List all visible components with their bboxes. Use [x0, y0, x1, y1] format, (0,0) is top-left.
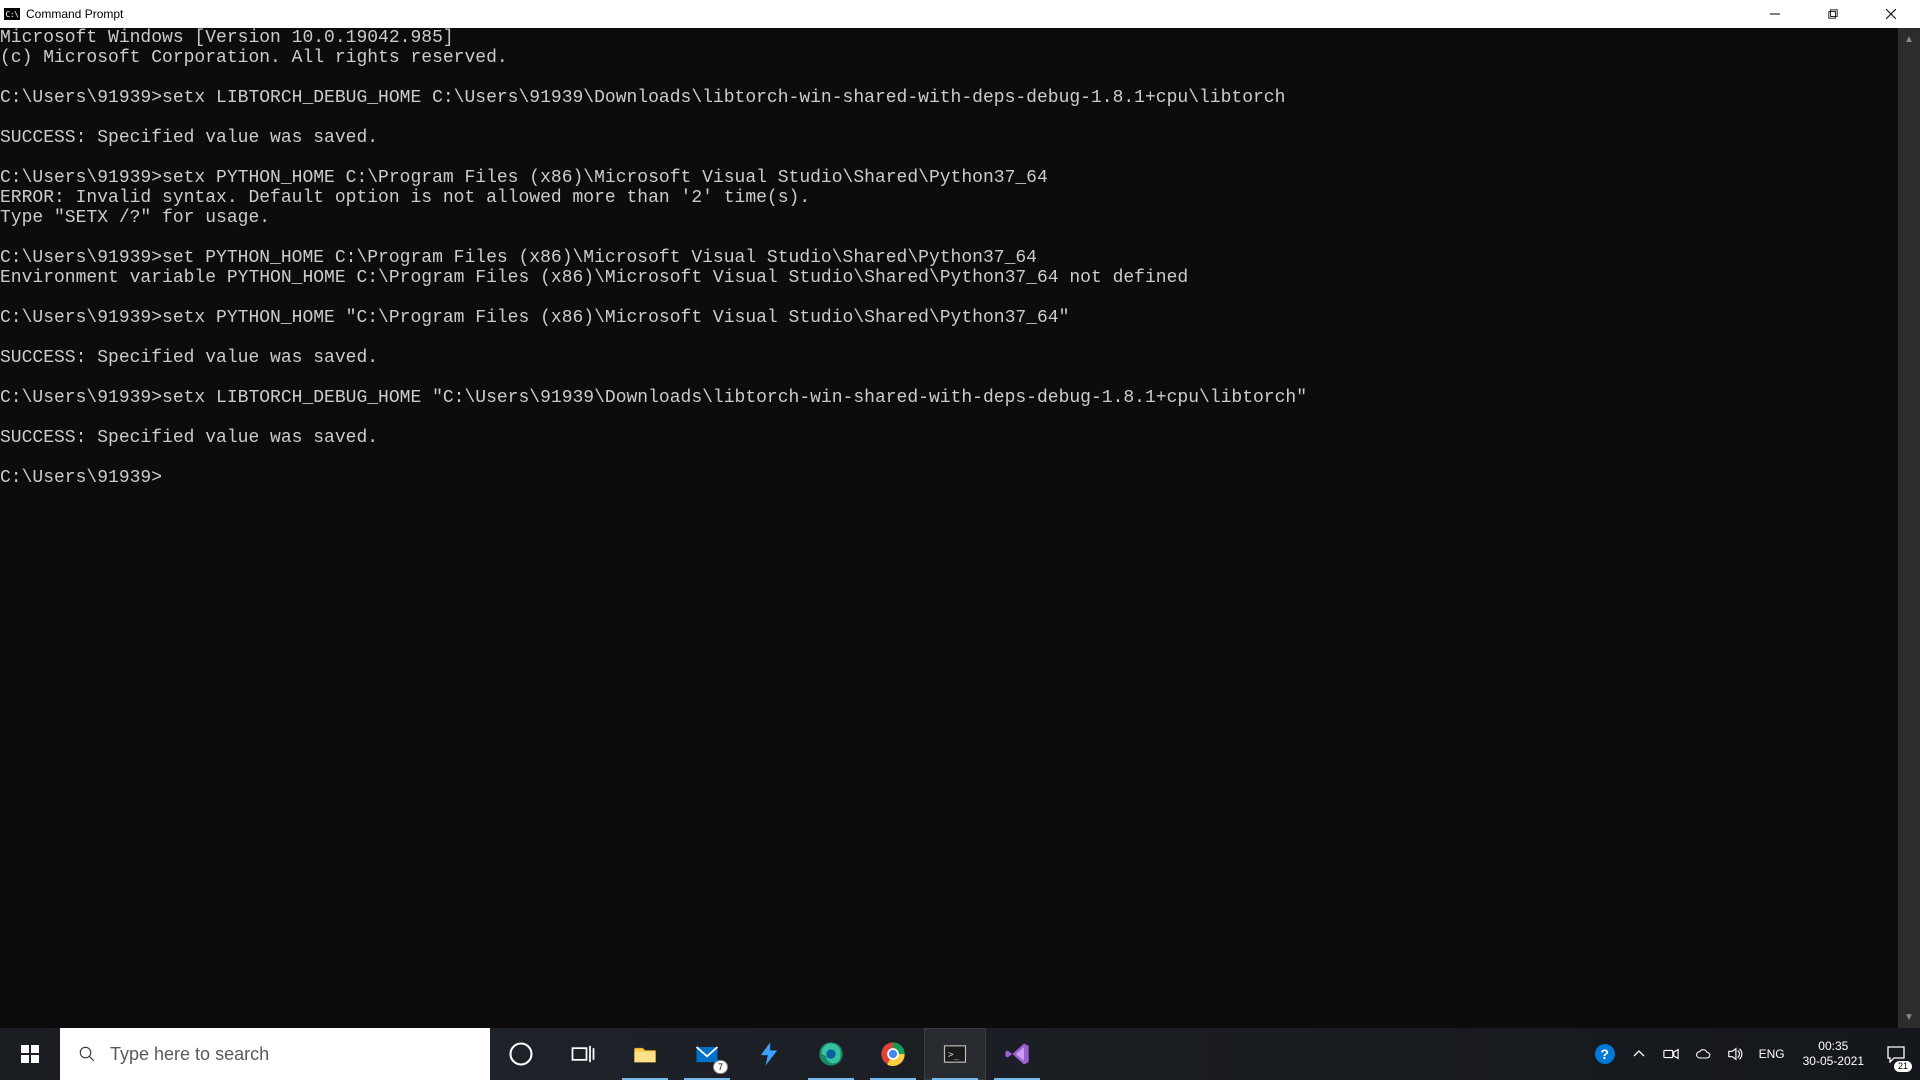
close-button[interactable] — [1862, 0, 1920, 28]
clock-date: 30-05-2021 — [1803, 1054, 1864, 1069]
chevron-up-icon — [1631, 1046, 1647, 1062]
maximize-button[interactable] — [1804, 0, 1862, 28]
onedrive-button[interactable] — [1689, 1028, 1717, 1080]
clock-time: 00:35 — [1818, 1039, 1848, 1054]
start-button[interactable] — [0, 1028, 60, 1080]
mail-badge: 7 — [713, 1060, 728, 1074]
cortana-icon — [507, 1040, 535, 1068]
window-titlebar: C:\ Command Prompt — [0, 0, 1920, 28]
edge-icon — [817, 1040, 845, 1068]
lightning-app[interactable] — [738, 1028, 800, 1080]
language-label: ENG — [1759, 1047, 1785, 1061]
terminal-area: Microsoft Windows [Version 10.0.19042.98… — [0, 28, 1920, 1028]
svg-text:>_: >_ — [948, 1050, 960, 1061]
command-prompt-app[interactable]: >_ — [924, 1028, 986, 1080]
taskbar-apps: 7 — [490, 1028, 1048, 1080]
speaker-icon — [1727, 1046, 1743, 1062]
clock[interactable]: 00:35 30-05-2021 — [1795, 1028, 1872, 1080]
task-view-button[interactable] — [552, 1028, 614, 1080]
scroll-down-icon[interactable]: ▼ — [1898, 1006, 1920, 1028]
visual-studio-app[interactable] — [986, 1028, 1048, 1080]
help-button[interactable]: ? — [1589, 1028, 1621, 1080]
cortana-button[interactable] — [490, 1028, 552, 1080]
folder-icon — [631, 1040, 659, 1068]
terminal-output[interactable]: Microsoft Windows [Version 10.0.19042.98… — [0, 28, 1898, 1028]
language-indicator[interactable]: ENG — [1753, 1028, 1791, 1080]
lightning-icon — [755, 1040, 783, 1068]
visual-studio-icon — [1003, 1040, 1031, 1068]
chrome-icon — [879, 1040, 907, 1068]
window-controls — [1746, 0, 1920, 28]
titlebar-left: C:\ Command Prompt — [4, 7, 123, 21]
terminal-icon: >_ — [941, 1040, 969, 1068]
window-title: Command Prompt — [26, 7, 123, 21]
mail-app[interactable]: 7 — [676, 1028, 738, 1080]
taskbar: Type here to search 7 — [0, 1028, 1920, 1080]
system-tray: ? ENG 00:35 30-05-2021 21 — [1589, 1028, 1920, 1080]
search-icon — [78, 1045, 96, 1063]
scroll-up-icon[interactable]: ▲ — [1898, 28, 1920, 50]
chrome-app[interactable] — [862, 1028, 924, 1080]
camera-icon — [1663, 1046, 1679, 1062]
search-placeholder: Type here to search — [110, 1044, 269, 1065]
tray-expand-button[interactable] — [1625, 1028, 1653, 1080]
action-center-button[interactable]: 21 — [1876, 1028, 1916, 1080]
notification-count: 21 — [1894, 1061, 1912, 1072]
meet-now-button[interactable] — [1657, 1028, 1685, 1080]
cmd-icon: C:\ — [4, 8, 20, 20]
volume-button[interactable] — [1721, 1028, 1749, 1080]
file-explorer-app[interactable] — [614, 1028, 676, 1080]
windows-logo-icon — [21, 1045, 39, 1063]
search-input[interactable]: Type here to search — [60, 1028, 490, 1080]
help-icon: ? — [1595, 1044, 1615, 1064]
scrollbar[interactable]: ▲ ▼ — [1898, 28, 1920, 1028]
task-view-icon — [569, 1040, 597, 1068]
edge-app[interactable] — [800, 1028, 862, 1080]
minimize-button[interactable] — [1746, 0, 1804, 28]
cloud-icon — [1695, 1046, 1711, 1062]
